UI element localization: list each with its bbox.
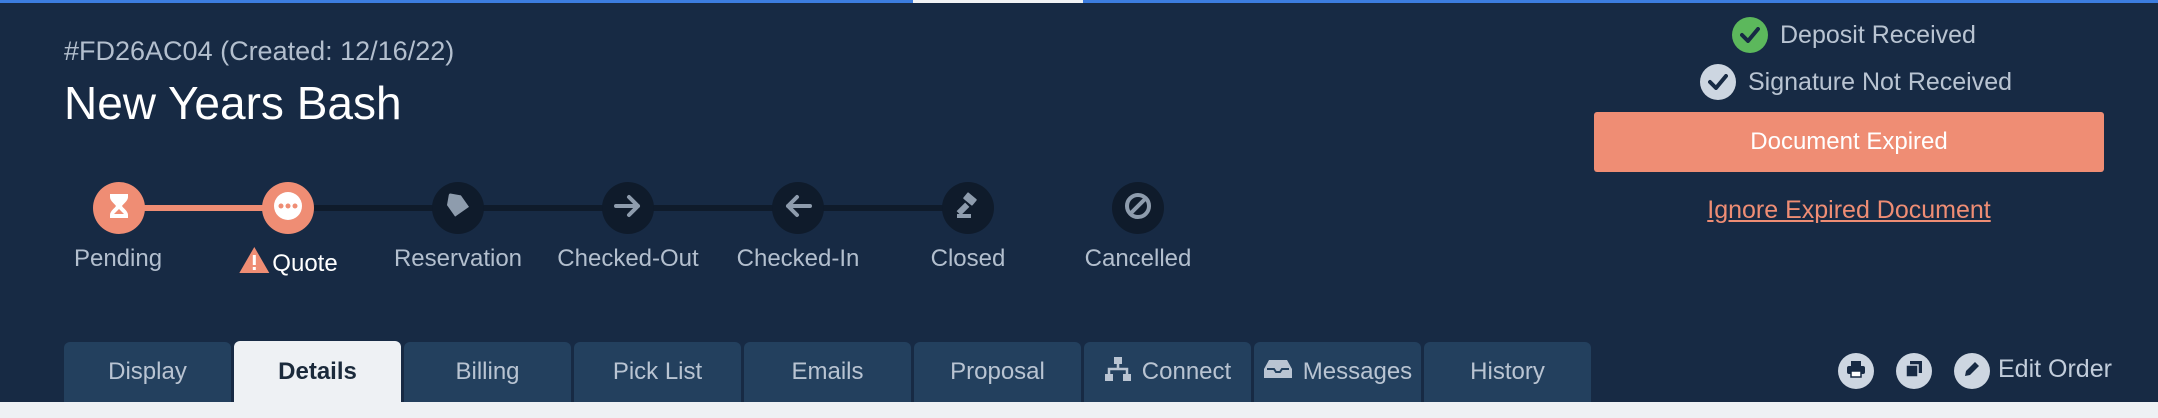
content-area-top (0, 402, 2158, 418)
step-label-checked-out: Checked-Out (557, 245, 699, 272)
tab-history[interactable]: History (1424, 342, 1591, 402)
pencil-icon (1962, 359, 1982, 384)
top-scroll-indicator (913, 0, 1083, 3)
check-circle-icon (1700, 64, 1736, 100)
signature-status-label: Signature Not Received (1748, 67, 2013, 96)
hourglass-icon (108, 193, 130, 224)
step-label-closed: Closed (930, 245, 1006, 272)
deposit-status: Deposit Received (1732, 17, 1976, 53)
tab-billing[interactable]: Billing (404, 342, 571, 402)
tab-messages[interactable]: Messages (1254, 342, 1421, 402)
tag-icon (445, 193, 471, 224)
step-checked-in[interactable] (772, 182, 824, 234)
sitemap-icon (1104, 356, 1132, 389)
step-closed[interactable] (942, 182, 994, 234)
warning-triangle-icon (238, 245, 270, 282)
signature-status: Signature Not Received (1700, 64, 2012, 100)
order-id-line: #FD26AC04 (Created: 12/16/22) (64, 36, 455, 66)
tab-label: Details (278, 358, 357, 385)
ban-icon (1124, 192, 1152, 225)
step-label-quote-wrap: Quote (238, 245, 338, 282)
tab-label: Pick List (612, 358, 703, 385)
tab-connect[interactable]: Connect (1084, 342, 1251, 402)
gavel-icon (954, 191, 982, 225)
step-quote[interactable] (262, 182, 314, 234)
step-label-quote: Quote (272, 249, 338, 277)
page-title: New Years Bash (64, 77, 402, 129)
tab-emails[interactable]: Emails (744, 342, 911, 402)
tab-label: Billing (455, 358, 520, 385)
step-label-reservation: Reservation (393, 245, 523, 272)
step-reservation[interactable] (432, 182, 484, 234)
edit-order-label[interactable]: Edit Order (1998, 355, 2112, 384)
print-icon (1846, 360, 1866, 383)
tab-proposal[interactable]: Proposal (914, 342, 1081, 402)
tab-display[interactable]: Display (64, 342, 231, 402)
tab-label: Messages (1302, 358, 1413, 385)
deposit-status-label: Deposit Received (1780, 20, 1976, 49)
ignore-expired-document-link[interactable]: Ignore Expired Document (1594, 196, 2104, 225)
ellipsis-icon (272, 190, 304, 227)
tab-label: Proposal (950, 358, 1045, 385)
step-checked-out[interactable] (602, 182, 654, 234)
tab-pick-list[interactable]: Pick List (574, 342, 741, 402)
edit-order-button[interactable] (1954, 353, 1990, 389)
copy-button[interactable] (1896, 353, 1932, 389)
step-label-checked-in: Checked-In (736, 245, 860, 272)
tab-label: Display (108, 358, 187, 385)
document-expired-button[interactable]: Document Expired (1594, 112, 2104, 172)
step-label-pending: Pending (73, 245, 163, 272)
arrow-left-icon (784, 194, 812, 223)
inbox-icon (1263, 358, 1293, 387)
tab-label: History (1470, 358, 1545, 385)
copy-icon (1904, 359, 1924, 384)
check-circle-icon (1732, 17, 1768, 53)
arrow-right-icon (614, 194, 642, 223)
step-label-cancelled: Cancelled (1084, 245, 1192, 272)
tab-label: Emails (791, 358, 864, 385)
print-button[interactable] (1838, 353, 1874, 389)
tab-label: Connect (1141, 358, 1232, 385)
step-cancelled[interactable] (1112, 182, 1164, 234)
step-pending[interactable] (93, 182, 145, 234)
tab-details[interactable]: Details (234, 341, 401, 403)
